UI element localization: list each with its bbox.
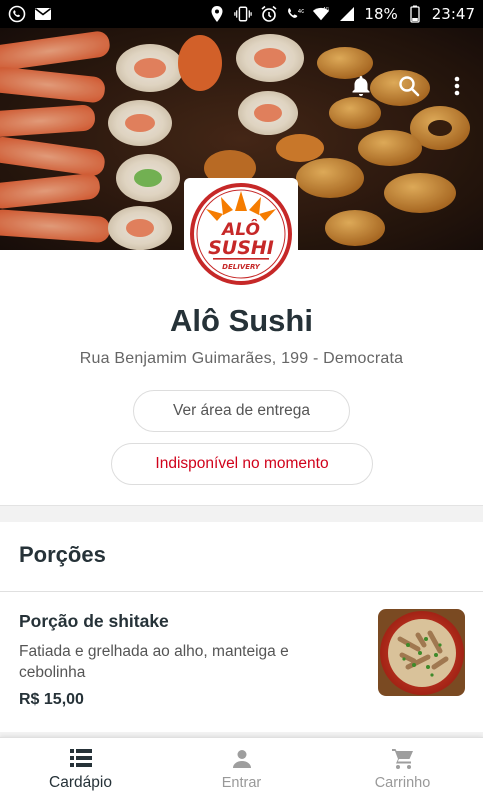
battery-percentage: 18% [364,5,398,23]
menu-item-price: R$ 15,00 [19,691,84,708]
availability-status-button[interactable]: Indisponível no momento [111,443,373,485]
svg-text:4G: 4G [298,9,304,15]
view-delivery-area-button[interactable]: Ver área de entrega [133,390,350,432]
person-icon [230,747,254,771]
status-bar: 4G 4G 18% 23:47 [0,0,483,28]
location-icon [208,5,226,23]
store-logo: ALÔ SUSHI DELIVERY [184,178,298,288]
nav-item-carrinho[interactable]: Carrinho [322,738,483,800]
nav-label: Entrar [221,775,262,791]
menu-list-icon [69,746,93,770]
alo-sushi-logo: ALÔ SUSHI DELIVERY [190,183,292,285]
signal-icon [338,5,356,23]
menu-item-description: Fatiada e grelhada ao alho, manteiga e c… [19,643,289,681]
section-divider [0,591,483,592]
status-left [8,5,52,23]
bell-icon[interactable] [347,72,375,100]
battery-icon [406,5,424,23]
nav-label: Cardápio [49,774,112,791]
svg-text:DELIVERY: DELIVERY [222,263,261,271]
header-actions [347,72,471,100]
gmail-icon [34,5,52,23]
cart-icon [391,747,415,771]
store-name: Alô Sushi [170,303,313,338]
svg-text:SUSHI: SUSHI [208,237,274,259]
shitake-dish-image [378,609,465,696]
menu-item-name: Porção de shitake [19,611,169,631]
status-right: 4G 4G 18% 23:47 [208,5,475,23]
more-vert-icon[interactable] [443,72,471,100]
wifi-icon: 4G [312,5,330,23]
section-title: Porções [19,542,106,567]
clock: 23:47 [431,5,475,23]
menu-item-image [378,609,465,696]
nav-item-entrar[interactable]: Entrar [161,738,322,800]
whatsapp-icon [8,5,26,23]
vibrate-icon [234,5,253,23]
bottom-navigation: Cardápio Entrar Carrinho [0,737,483,800]
svg-text:4G: 4G [323,6,330,12]
nav-item-cardapio[interactable]: Cardápio [0,738,161,800]
alarm-icon [260,5,278,23]
nav-label: Carrinho [374,775,431,791]
search-icon[interactable] [395,72,423,100]
store-address: Rua Benjamim Guimarães, 199 - Democrata [79,350,404,367]
call-icon: 4G [286,5,304,23]
